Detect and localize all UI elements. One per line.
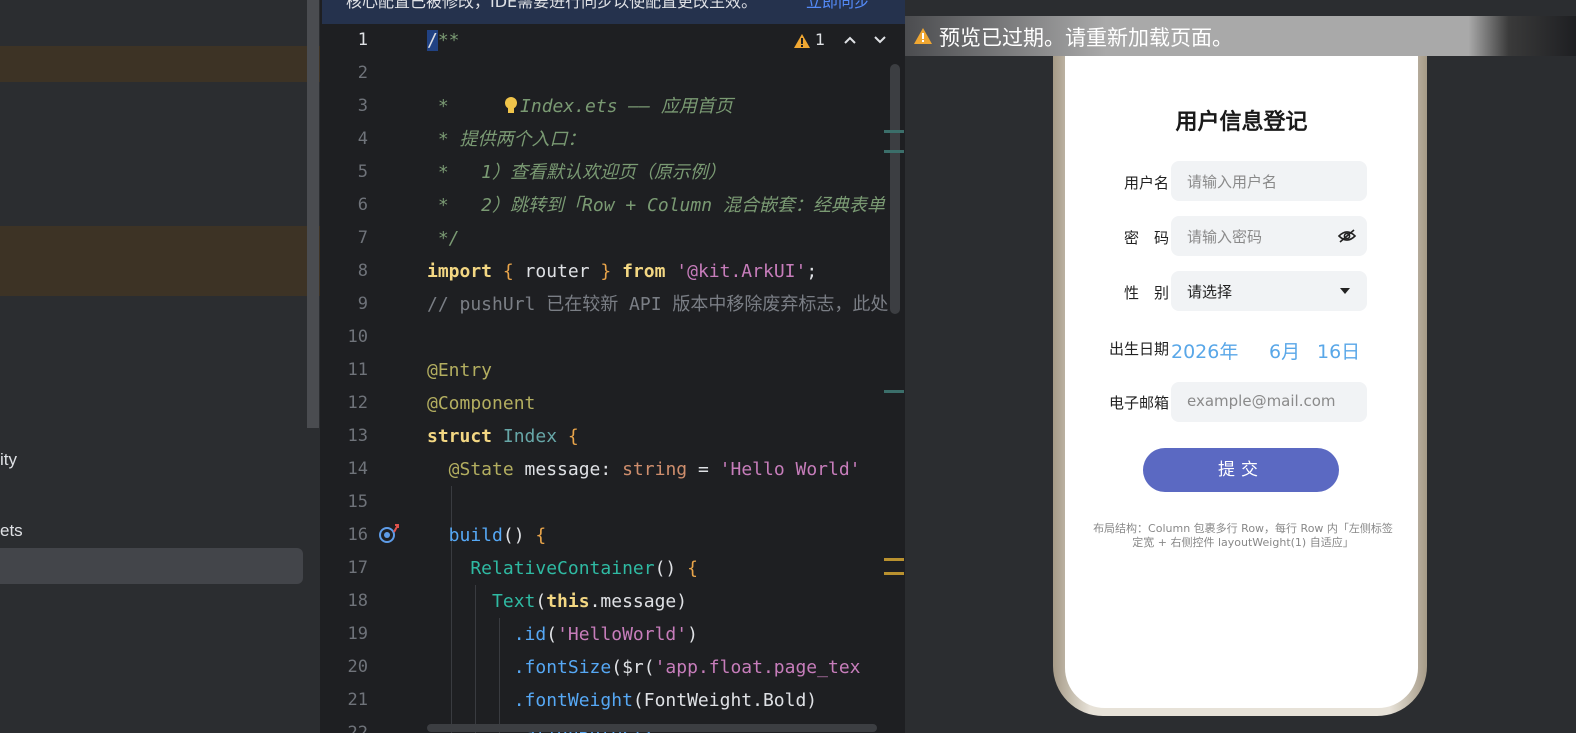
line-number: 3 [357, 96, 368, 116]
tree-item-ets[interactable]: ets [0, 521, 23, 541]
line-number: 16 [347, 525, 368, 545]
intention-bulb-icon[interactable] [502, 95, 520, 115]
username-placeholder: 请输入用户名 [1187, 173, 1278, 191]
code-line: */ [427, 228, 460, 249]
line-number: 11 [347, 360, 368, 380]
change-marker [884, 572, 904, 575]
tree-row-selected[interactable] [0, 548, 303, 584]
line-number: 15 [347, 492, 368, 512]
chevron-up-icon[interactable] [843, 35, 857, 45]
tree-item-ity[interactable]: ity [0, 450, 17, 470]
preview-expired-message: 预览已过期。请重新加载页面。 [939, 26, 1233, 50]
date-month[interactable]: 6月 [1269, 337, 1300, 364]
dropdown-arrow-icon [1340, 288, 1350, 294]
preview-expired-banner[interactable]: 预览已过期。请重新加载页面。 [905, 16, 1576, 56]
sync-banner: 核心配置已被修改，IDE需要进行同步以使配置更改生效。 立即同步 [322, 0, 905, 24]
line-number: 10 [347, 327, 368, 347]
chevron-down-icon[interactable] [873, 35, 887, 45]
line-number: 8 [357, 261, 368, 281]
sync-banner-message: 核心配置已被修改，IDE需要进行同步以使配置更改生效。 [346, 0, 758, 11]
line-number: 5 [357, 162, 368, 182]
code-line: struct Index { [427, 426, 579, 447]
gender-selected-value: 请选择 [1187, 283, 1233, 301]
gender-select[interactable]: 请选择 [1171, 271, 1367, 311]
tree-row-highlight[interactable] [0, 46, 320, 82]
editor-horizontal-scrollbar[interactable] [427, 724, 877, 732]
code-line: RelativeContainer() { [427, 558, 698, 579]
code-line: * [427, 96, 449, 117]
inspection-widget[interactable]: 1 [787, 26, 905, 56]
code-line: .id('HelloWorld') [427, 624, 698, 645]
code-editor[interactable]: 1 2 3 4 5 6 7 8 9 10 11 12 13 14 15 16 1… [322, 24, 905, 733]
layout-note: 布局结构：Column 包裹多行 Row，每行 Row 内「左侧标签定宽 + 右… [1093, 522, 1393, 549]
warning-icon [914, 28, 932, 44]
password-placeholder: 请输入密码 [1187, 228, 1263, 246]
code-line: build() { [427, 525, 547, 546]
code-line: * 2）跳转到「Row + Column 混合嵌套：经典表单 [427, 195, 885, 216]
eye-off-icon[interactable] [1337, 228, 1357, 244]
code-line: @Entry [427, 360, 493, 381]
line-number: 1 [357, 30, 368, 50]
username-label: 用户名 [1123, 174, 1169, 192]
change-marker [884, 150, 904, 153]
code-line: @Component [427, 393, 536, 414]
password-label: 密 码 [1123, 229, 1169, 247]
date-day[interactable]: 16日 [1317, 337, 1360, 364]
change-marker [884, 130, 904, 133]
line-number: 22 [347, 723, 368, 733]
code-line: * 1）查看默认欢迎页（原示例） [427, 162, 727, 183]
sync-now-link[interactable]: 立即同步 [806, 0, 870, 12]
line-number: 6 [357, 195, 368, 215]
username-input[interactable]: 请输入用户名 [1171, 161, 1367, 201]
previewer-toolbar [905, 0, 1576, 16]
code-line: import { router } from '@kit.ArkUI'; [427, 261, 818, 282]
phone-screen: 用户信息登记 用户名 请输入用户名 密 码 请输入密码 性 别 请选择 出生日期… [1065, 56, 1418, 708]
code-line: Text(this.message) [427, 591, 688, 612]
code-line: /** [427, 30, 460, 51]
project-panel: ity ets [0, 0, 320, 733]
line-number: 13 [347, 426, 368, 446]
code-line: Index.ets —— 应用首页 [437, 57, 733, 117]
line-number: 18 [347, 591, 368, 611]
inspection-count: 1 [815, 30, 826, 49]
line-number: 4 [357, 129, 368, 149]
date-year[interactable]: 2026年 [1171, 337, 1238, 364]
tree-row-highlight[interactable] [0, 226, 320, 296]
submit-button[interactable]: 提交 [1143, 448, 1339, 492]
previewer-panel: 用户信息登记 用户名 请输入用户名 密 码 请输入密码 性 别 请选择 出生日期… [905, 0, 1576, 733]
warning-icon [794, 34, 810, 48]
email-placeholder: example@mail.com [1187, 392, 1336, 410]
code-line: .fontWeight(FontWeight.Bold) [427, 690, 818, 711]
line-number: 14 [347, 459, 368, 479]
line-number: 9 [357, 294, 368, 314]
email-label: 电子邮箱 [1108, 394, 1169, 412]
line-number: 21 [347, 690, 368, 710]
password-input[interactable]: 请输入密码 [1171, 216, 1367, 256]
project-panel-scrollbar[interactable] [307, 0, 319, 428]
line-number: 19 [347, 624, 368, 644]
line-number: 20 [347, 657, 368, 677]
code-line: @State message: string = 'Hello World' [427, 459, 861, 480]
email-input[interactable]: example@mail.com [1171, 382, 1367, 422]
change-marker [884, 558, 904, 561]
code-area[interactable]: /** Index.ets —— 应用首页 * * 提供两个入口： * 1）查看… [427, 24, 905, 733]
form-title: 用户信息登记 [1175, 110, 1308, 135]
birthdate-label: 出生日期 [1108, 340, 1169, 358]
line-number: 12 [347, 393, 368, 413]
editor-gutter: 1 2 3 4 5 6 7 8 9 10 11 12 13 14 15 16 1… [322, 24, 424, 733]
change-marker [884, 390, 904, 393]
editor-vertical-scrollbar[interactable] [890, 64, 900, 314]
line-number: 7 [357, 228, 368, 248]
code-line: .fontSize($r('app.float.page_tex [427, 657, 861, 678]
gender-label: 性 别 [1123, 284, 1169, 302]
line-number: 2 [357, 63, 368, 83]
code-line: // pushUrl 已在较新 API 版本中移除废弃标志，此处 [427, 294, 889, 315]
line-number: 17 [347, 558, 368, 578]
run-target-icon[interactable] [378, 522, 402, 544]
code-line: * 提供两个入口： [427, 129, 586, 150]
